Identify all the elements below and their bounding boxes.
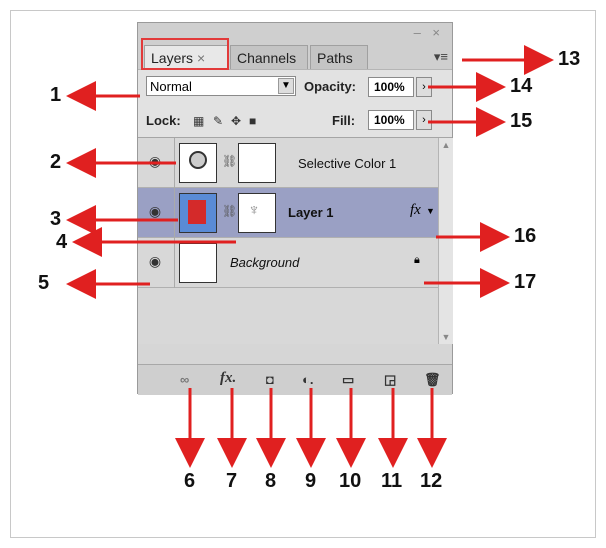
callout-16: 16	[514, 225, 537, 247]
callout-2: 2	[50, 151, 62, 173]
callout-10: 10	[339, 470, 362, 492]
callout-3: 3	[50, 208, 62, 230]
callout-6: 6	[184, 470, 196, 492]
callout-17: 17	[514, 271, 537, 293]
callout-7: 7	[226, 470, 238, 492]
callout-8: 8	[265, 470, 277, 492]
callout-9: 9	[305, 470, 317, 492]
callout-4: 4	[56, 231, 68, 253]
callout-14: 14	[510, 75, 533, 97]
callout-1: 1	[50, 84, 62, 106]
callout-13: 13	[558, 48, 581, 70]
callout-11: 11	[381, 470, 403, 492]
callout-12: 12	[420, 470, 443, 492]
callout-5: 5	[38, 272, 50, 294]
callout-15: 15	[510, 110, 533, 132]
